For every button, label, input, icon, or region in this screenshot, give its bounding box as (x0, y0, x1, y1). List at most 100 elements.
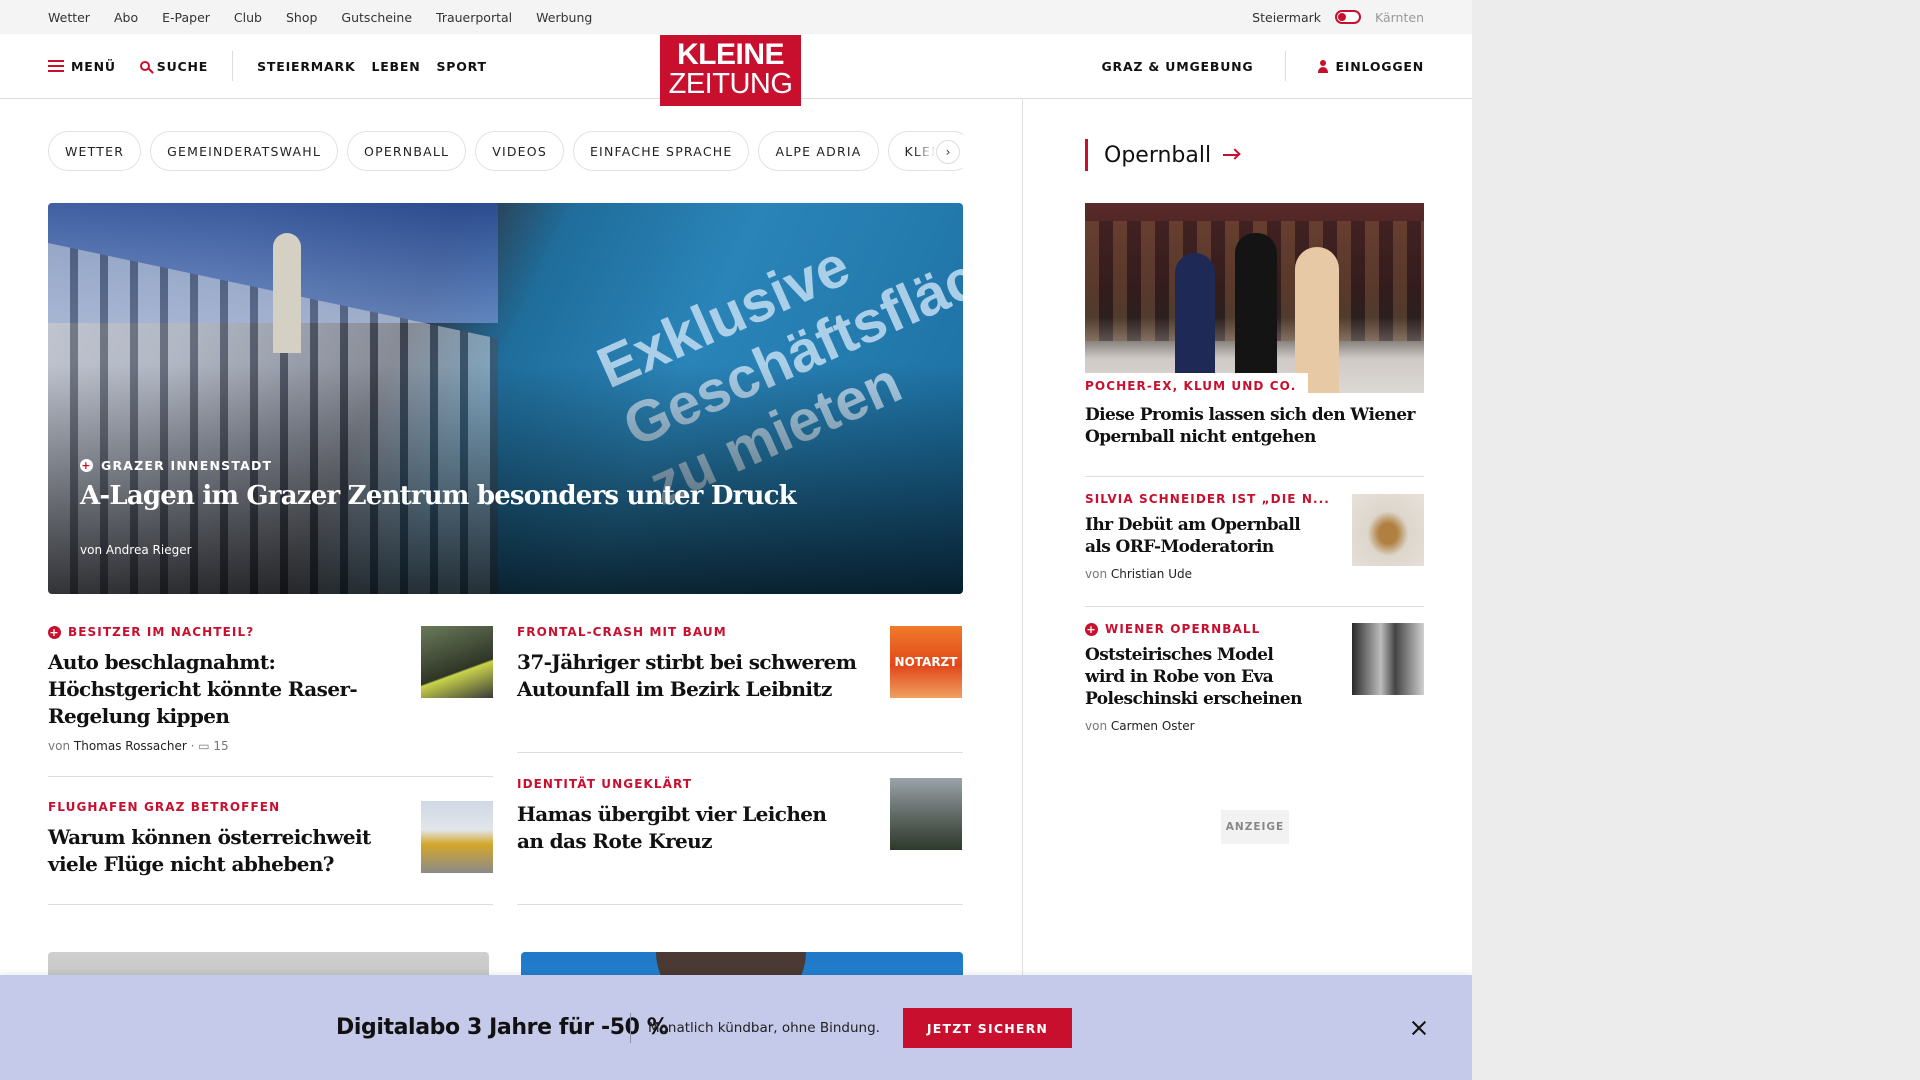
sidebar-divider (1085, 476, 1424, 477)
person-shape (1175, 253, 1215, 393)
search-button[interactable]: SUCHE (139, 58, 209, 74)
utility-link-shop[interactable]: Shop (286, 10, 317, 25)
arrow-right-icon (1223, 154, 1240, 156)
header-right-nav: GRAZ & UMGEBUNG EINLOGGEN (1101, 34, 1424, 98)
kicker-text: POCHER-EX, KLUM UND CO. (1085, 379, 1297, 393)
chip-wetter[interactable]: WETTER (48, 131, 142, 171)
kicker-text: FRONTAL-CRASH MIT BAUM (517, 625, 727, 639)
kicker-text: SILVIA SCHNEIDER IST „DIE N... (1085, 492, 1330, 506)
hero-gradient (48, 364, 963, 594)
utility-link-wetter[interactable]: Wetter (48, 10, 90, 25)
utility-link-abo[interactable]: Abo (114, 10, 138, 25)
utility-links: Wetter Abo E-Paper Club Shop Gutscheine … (48, 0, 592, 34)
teaser-meta: von Thomas Rossacher · ▭ 15 (48, 739, 229, 753)
teaser-kicker: + BESITZER IM NACHTEIL? (48, 625, 388, 639)
teaser-autounfall[interactable]: FRONTAL-CRASH MIT BAUM 37-Jähriger stirb… (517, 625, 857, 703)
thumb-silvia-schneider[interactable] (1352, 494, 1424, 566)
teaser-fluege[interactable]: FLUGHAFEN GRAZ BETROFFEN Warum können ös… (48, 800, 388, 878)
menu-button[interactable]: MENÜ (48, 59, 116, 74)
login-button[interactable]: EINLOGGEN (1318, 59, 1424, 74)
teaser-divider (48, 904, 493, 905)
promo-divider (630, 1013, 631, 1043)
region-steiermark[interactable]: Steiermark (1252, 10, 1321, 25)
hero-headline[interactable]: A-Lagen im Grazer Zentrum besonders unte… (80, 481, 797, 511)
login-label: EINLOGGEN (1335, 58, 1424, 74)
nav-leben[interactable]: LEBEN (371, 59, 420, 74)
nav-sport[interactable]: SPORT (436, 59, 486, 74)
toggle-knob (1338, 13, 1346, 21)
teaser-auto-beschlagnahmt[interactable]: + BESITZER IM NACHTEIL? Auto beschlagnah… (48, 625, 388, 753)
teaser-headline[interactable]: Ihr Debüt am Opernball als ORF-Moderator… (1085, 514, 1310, 558)
jetzt-sichern-button[interactable]: JETZT SICHERN (903, 1008, 1072, 1048)
teaser-headline[interactable]: 37-Jähriger stirbt bei schwerem Autounfa… (517, 649, 857, 703)
teaser-headline[interactable]: Auto beschlagnahmt: Höchstgericht könnte… (48, 649, 388, 730)
logo-line-1: KLEINE (676, 38, 785, 71)
plus-icon: + (1085, 622, 1098, 636)
header-divider (232, 51, 234, 81)
utility-link-werbung[interactable]: Werbung (536, 10, 592, 25)
subscription-banner: Digitalabo 3 Jahre für -50 % Monatlich k… (0, 975, 1472, 1080)
thumb-notarzt[interactable]: NOTARZT (890, 626, 962, 698)
teaser-divider (48, 776, 493, 777)
chevron-right-icon: › (945, 145, 951, 159)
topic-chips: WETTER GEMEINDERATSWAHL OPERNBALL VIDEOS… (48, 131, 963, 171)
kicker-text: BESITZER IM NACHTEIL? (68, 625, 255, 639)
author-name[interactable]: Carmen Oster (1111, 719, 1195, 733)
thumb-model[interactable] (1352, 623, 1424, 695)
close-icon[interactable] (1410, 1019, 1428, 1037)
ad-label: ANZEIGE (1221, 810, 1289, 844)
thumb-notarzt-text: NOTARZT (894, 655, 958, 669)
user-icon (1318, 59, 1329, 73)
hamburger-icon (48, 60, 64, 72)
teaser-headline[interactable]: Warum können österreichweit viele Flüge … (48, 824, 388, 878)
chip-opernball[interactable]: OPERNBALL (347, 131, 467, 171)
column-divider (1022, 98, 1023, 1080)
sidebar-lead-headline[interactable]: Diese Promis lassen sich den Wiener Oper… (1085, 404, 1415, 448)
logo-line-2: ZEITUNG (668, 68, 793, 100)
chip-gemeinderatswahl[interactable]: GEMEINDERATSWAHL (150, 131, 339, 171)
kicker-text: FLUGHAFEN GRAZ BETROFFEN (48, 800, 281, 814)
teaser-hamas[interactable]: IDENTITÄT UNGEKLÄRT Hamas übergibt vier … (517, 777, 857, 855)
kleine-zeitung-logo[interactable]: KLEINE ZEITUNG (660, 35, 801, 106)
kicker-text: IDENTITÄT UNGEKLÄRT (517, 777, 693, 791)
region-switch: Steiermark Kärnten (1252, 0, 1424, 34)
chips-next-button[interactable]: › (936, 140, 960, 164)
teaser-headline[interactable]: Hamas übergibt vier Leichen an das Rote … (517, 801, 857, 855)
teaser-kicker: FLUGHAFEN GRAZ BETROFFEN (48, 800, 388, 814)
byline-prefix: von (1085, 567, 1108, 581)
utility-link-trauerportal[interactable]: Trauerportal (436, 10, 512, 25)
local-edition-link[interactable]: GRAZ & UMGEBUNG (1101, 59, 1253, 74)
person-shape (1235, 233, 1277, 393)
region-toggle[interactable] (1335, 10, 1361, 24)
chip-einfache-sprache[interactable]: EINFACHE SPRACHE (572, 131, 750, 171)
nav-steiermark[interactable]: STEIERMARK (257, 59, 355, 74)
teaser-kicker: SILVIA SCHNEIDER IST „DIE N... (1085, 492, 1329, 506)
sidebar-divider (1085, 606, 1424, 607)
sidebar-lead-kicker: POCHER-EX, KLUM UND CO. (1085, 373, 1309, 393)
sidebar-section-title[interactable]: Opernball (1085, 139, 1240, 171)
sidebar-teaser-model[interactable]: + WIENER OPERNBALL Oststeirisches Model … (1085, 622, 1310, 733)
region-kaernten[interactable]: Kärnten (1375, 10, 1424, 25)
plus-icon: + (48, 625, 61, 639)
sidebar-lead-image[interactable]: POCHER-EX, KLUM UND CO. (1085, 203, 1424, 393)
utility-link-gutscheine[interactable]: Gutscheine (341, 10, 412, 25)
header-divider-right (1285, 51, 1287, 81)
search-label: SUCHE (156, 58, 209, 74)
sidebar-teaser-schneider[interactable]: SILVIA SCHNEIDER IST „DIE N... Ihr Debüt… (1085, 492, 1329, 581)
plus-icon: + (80, 459, 93, 472)
chip-alpe-adria[interactable]: ALPE ADRIA (758, 131, 879, 171)
byline-prefix: von (48, 739, 71, 753)
hero-byline: von Andrea Rieger (80, 543, 192, 557)
teaser-headline[interactable]: Oststeirisches Model wird in Robe von Ev… (1085, 644, 1310, 710)
utility-link-club[interactable]: Club (234, 10, 262, 25)
utility-link-epaper[interactable]: E-Paper (162, 10, 210, 25)
comment-count[interactable]: 15 (213, 739, 228, 753)
chip-videos[interactable]: VIDEOS (475, 131, 564, 171)
author-name[interactable]: Thomas Rossacher (74, 739, 187, 753)
author-name[interactable]: Christian Ude (1111, 567, 1192, 581)
thumb-police-car[interactable] (421, 626, 493, 698)
thumb-hamas[interactable] (890, 778, 962, 850)
byline-prefix: von (1085, 719, 1108, 733)
hero-teaser[interactable]: Exklusive Geschäftsfläche zu mieten + GR… (48, 203, 963, 594)
thumb-airport[interactable] (421, 801, 493, 873)
